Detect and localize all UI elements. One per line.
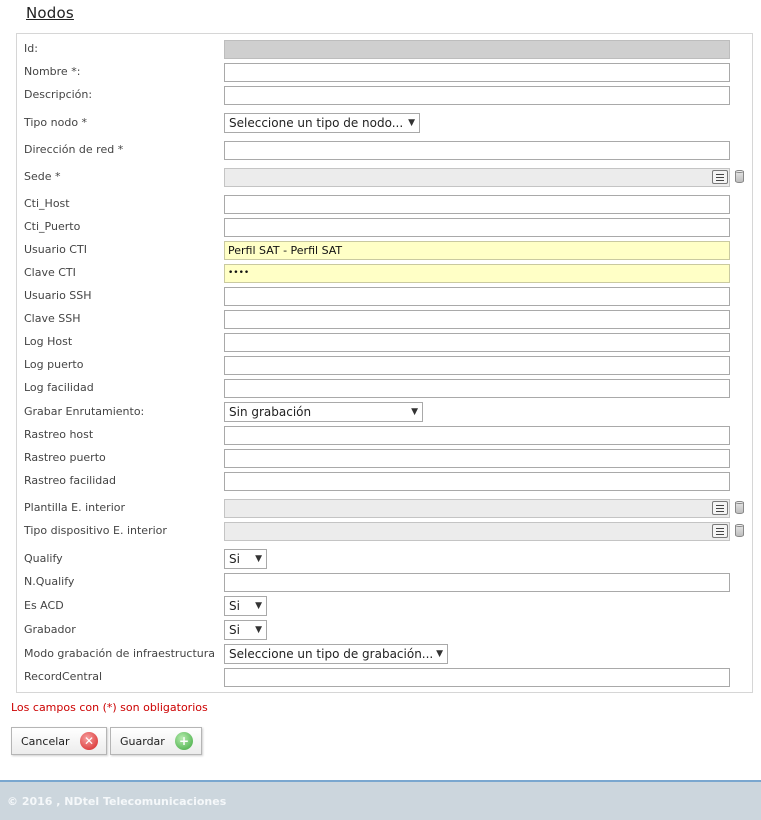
id-label: Id: [24, 42, 38, 55]
id-field [224, 40, 730, 59]
qualify-select[interactable]: Si ▼ [224, 549, 267, 569]
direccion-red-field[interactable] [224, 141, 730, 160]
grabar-enrutamiento-select[interactable]: Sin grabación ▼ [224, 402, 423, 422]
close-icon: ✕ [80, 732, 98, 750]
usuario-cti-field[interactable]: Perfil SAT - Perfil SAT [224, 241, 730, 260]
rastreo-puerto-label: Rastreo puerto [24, 451, 106, 464]
usuario-ssh-label: Usuario SSH [24, 289, 92, 302]
qualify-value: Si [229, 552, 240, 566]
rastreo-host-field[interactable] [224, 426, 730, 445]
modo-grabacion-value: Seleccione un tipo de grabación... [229, 647, 434, 661]
dropdown-arrow-icon: ▼ [255, 601, 262, 611]
nombre-label: Nombre *: [24, 65, 81, 78]
es-acd-value: Si [229, 599, 240, 613]
sede-field [224, 168, 730, 187]
clave-cti-field[interactable]: •••• [224, 264, 730, 283]
clave-ssh-label: Clave SSH [24, 312, 81, 325]
n-qualify-field[interactable] [224, 573, 730, 592]
log-facilidad-field[interactable] [224, 379, 730, 398]
descripcion-field[interactable] [224, 86, 730, 105]
plantilla-ei-label: Plantilla E. interior [24, 501, 126, 514]
es-acd-select[interactable]: Si ▼ [224, 596, 267, 616]
cti-puerto-field[interactable] [224, 218, 730, 237]
clave-ssh-field[interactable] [224, 310, 730, 329]
dropdown-arrow-icon: ▼ [255, 554, 262, 564]
log-host-field[interactable] [224, 333, 730, 352]
sede-list-icon[interactable] [712, 170, 728, 184]
add-icon: + [175, 732, 193, 750]
sede-clear-icon[interactable] [735, 170, 744, 183]
modo-grabacion-select[interactable]: Seleccione un tipo de grabación... ▼ [224, 644, 448, 664]
save-button-label: Guardar [120, 735, 165, 748]
n-qualify-label: N.Qualify [24, 575, 75, 588]
tipo-nodo-value: Seleccione un tipo de nodo... [229, 116, 404, 130]
rastreo-host-label: Rastreo host [24, 428, 94, 441]
log-host-label: Log Host [24, 335, 73, 348]
rastreo-facilidad-label: Rastreo facilidad [24, 474, 116, 487]
plantilla-ei-field [224, 499, 730, 518]
dropdown-arrow-icon: ▼ [255, 625, 262, 635]
grabar-enrutamiento-label: Grabar Enrutamiento: [24, 405, 145, 418]
cti-host-field[interactable] [224, 195, 730, 214]
tipo-nodo-label: Tipo nodo * [24, 116, 88, 129]
grabador-label: Grabador [24, 623, 76, 636]
log-facilidad-label: Log facilidad [24, 381, 94, 394]
tipo-nodo-select[interactable]: Seleccione un tipo de nodo... ▼ [224, 113, 420, 133]
tipo-dispositivo-list-icon[interactable] [712, 524, 728, 538]
grabador-value: Si [229, 623, 240, 637]
log-puerto-field[interactable] [224, 356, 730, 375]
dropdown-arrow-icon: ▼ [411, 407, 418, 417]
nombre-field[interactable] [224, 63, 730, 82]
modo-grabacion-label: Modo grabación de infraestructura [24, 647, 216, 660]
dropdown-arrow-icon: ▼ [408, 118, 415, 128]
descripcion-label: Descripción: [24, 88, 93, 101]
plantilla-clear-icon[interactable] [735, 501, 744, 514]
footer: © 2016 , NDtel Telecomunicaciones [0, 780, 761, 820]
record-central-field[interactable] [224, 668, 730, 687]
grabar-enrutamiento-value: Sin grabación [229, 405, 312, 419]
plantilla-list-icon[interactable] [712, 501, 728, 515]
usuario-cti-label: Usuario CTI [24, 243, 87, 256]
grabador-select[interactable]: Si ▼ [224, 620, 267, 640]
required-note: Los campos con (*) son obligatorios [11, 701, 208, 714]
clave-cti-label: Clave CTI [24, 266, 76, 279]
qualify-label: Qualify [24, 552, 63, 565]
record-central-label: RecordCentral [24, 670, 103, 683]
footer-copyright: © 2016 , NDtel Telecomunicaciones [7, 795, 227, 808]
tipo-dispositivo-field [224, 522, 730, 541]
cti-puerto-label: Cti_Puerto [24, 220, 81, 233]
log-puerto-label: Log puerto [24, 358, 84, 371]
es-acd-label: Es ACD [24, 599, 64, 612]
tipo-dispositivo-label: Tipo dispositivo E. interior [24, 524, 167, 537]
dropdown-arrow-icon: ▼ [436, 649, 443, 659]
usuario-ssh-field[interactable] [224, 287, 730, 306]
cti-host-label: Cti_Host [24, 197, 70, 210]
rastreo-puerto-field[interactable] [224, 449, 730, 468]
cancel-button[interactable]: Cancelar ✕ [11, 727, 107, 755]
rastreo-facilidad-field[interactable] [224, 472, 730, 491]
sede-label: Sede * [24, 170, 61, 183]
page-title: Nodos [26, 4, 74, 22]
tipo-dispositivo-clear-icon[interactable] [735, 524, 744, 537]
direccion-red-label: Dirección de red * [24, 143, 124, 156]
save-button[interactable]: Guardar + [110, 727, 202, 755]
cancel-button-label: Cancelar [21, 735, 70, 748]
